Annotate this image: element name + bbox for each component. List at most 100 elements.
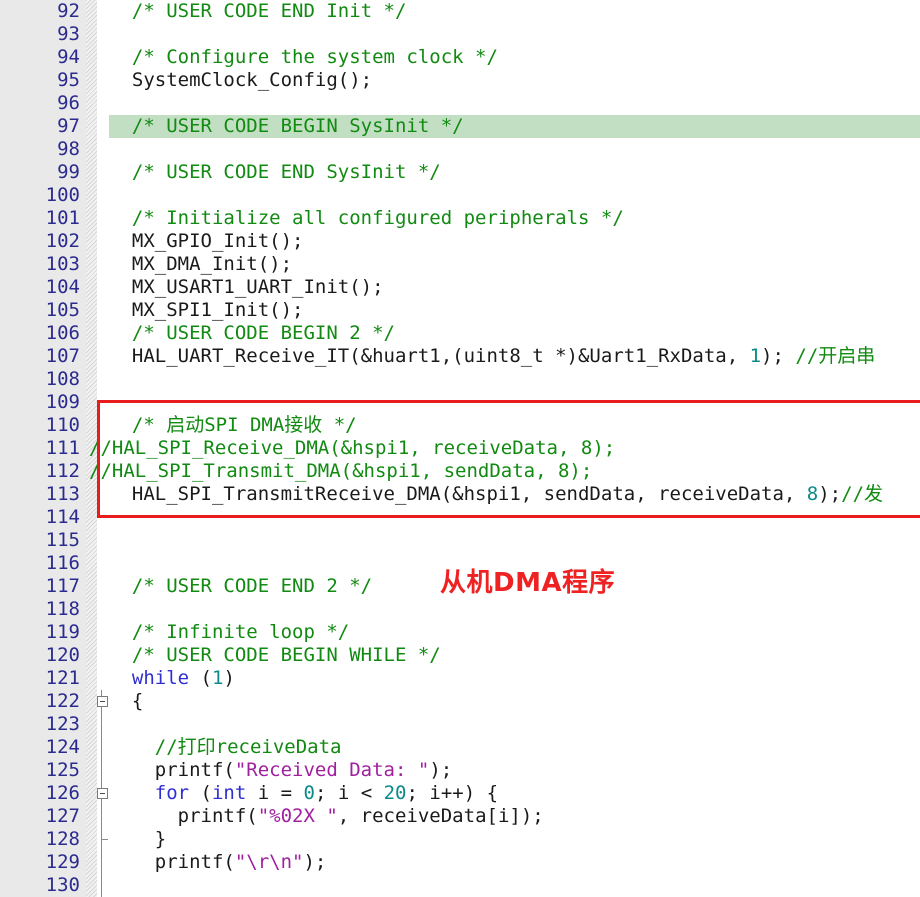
code-line[interactable]: 97 /* USER CODE BEGIN SysInit */	[0, 115, 920, 138]
code-line[interactable]: 106 /* USER CODE BEGIN 2 */	[0, 322, 920, 345]
code-token: i =	[246, 782, 304, 804]
code-line[interactable]: 102 MX_GPIO_Init();	[0, 230, 920, 253]
code-token: //HAL_SPI_Transmit_DMA(&hspi1, sendData,…	[89, 460, 593, 482]
fold-collapse-icon[interactable]	[97, 696, 108, 707]
code-token: /* Initialize all configured peripherals…	[131, 207, 624, 229]
code-line[interactable]: 119 /* Infinite loop */	[0, 621, 920, 644]
code-line[interactable]: 126 for (int i = 0; i < 20; i++) {	[0, 782, 920, 805]
line-number: 115	[45, 529, 80, 551]
line-number: 98	[57, 138, 80, 160]
line-code-text[interactable]: {	[109, 690, 143, 713]
line-code-text[interactable]: }	[109, 828, 166, 851]
line-number: 126	[45, 782, 80, 804]
code-line[interactable]: 114	[0, 506, 920, 529]
code-line[interactable]: 98	[0, 138, 920, 161]
code-token: SystemClock_Config();	[109, 69, 373, 91]
code-token: "%02X "	[257, 805, 338, 827]
line-code-text[interactable]: printf("Received Data: ");	[109, 759, 452, 782]
line-number: 123	[45, 713, 80, 735]
line-number: 121	[45, 667, 80, 689]
code-token: (	[189, 782, 212, 804]
code-line[interactable]: 100	[0, 184, 920, 207]
code-line[interactable]: 95 SystemClock_Config();	[0, 69, 920, 92]
line-code-text[interactable]: while (1)	[109, 667, 235, 690]
line-code-text[interactable]: //打印receiveData	[109, 736, 342, 759]
code-line[interactable]: 127 printf("%02X ", receiveData[i]);	[0, 805, 920, 828]
line-number: 96	[57, 92, 80, 114]
line-code-text[interactable]: for (int i = 0; i < 20; i++) {	[109, 782, 498, 805]
code-token: MX_SPI1_Init();	[109, 299, 304, 321]
code-line[interactable]: 120 /* USER CODE BEGIN WHILE */	[0, 644, 920, 667]
line-code-text[interactable]: /* Initialize all configured peripherals…	[109, 207, 624, 230]
line-code-text[interactable]: MX_SPI1_Init();	[109, 299, 304, 322]
code-line[interactable]: 130	[0, 874, 920, 897]
code-editor[interactable]: 92 /* USER CODE END Init */93 94 /* Confi…	[0, 0, 920, 897]
line-number: 102	[45, 230, 80, 252]
line-code-text[interactable]: MX_DMA_Init();	[109, 253, 292, 276]
code-line[interactable]: 122 {	[0, 690, 920, 713]
line-code-text[interactable]: //HAL_SPI_Transmit_DMA(&hspi1, sendData,…	[89, 460, 592, 483]
code-line[interactable]: 108	[0, 368, 920, 391]
line-code-text[interactable]: /* USER CODE BEGIN 2 */	[109, 322, 395, 345]
code-line[interactable]: 103 MX_DMA_Init();	[0, 253, 920, 276]
line-code-text[interactable]: HAL_UART_Receive_IT(&huart1,(uint8_t *)&…	[109, 345, 875, 368]
code-line[interactable]: 123	[0, 713, 920, 736]
code-token: }	[109, 828, 167, 850]
line-number: 99	[57, 161, 80, 183]
code-line[interactable]: 113 HAL_SPI_TransmitReceive_DMA(&hspi1, …	[0, 483, 920, 506]
code-line[interactable]: 107 HAL_UART_Receive_IT(&huart1,(uint8_t…	[0, 345, 920, 368]
line-code-text[interactable]: /* Infinite loop */	[109, 621, 349, 644]
line-code-text[interactable]: printf("\r\n");	[109, 851, 327, 874]
code-token: 1	[749, 345, 762, 367]
line-code-text[interactable]: /* Configure the system clock */	[109, 46, 498, 69]
code-token: /* USER CODE END SysInit */	[131, 161, 441, 183]
code-line[interactable]: 115	[0, 529, 920, 552]
code-line[interactable]: 129 printf("\r\n");	[0, 851, 920, 874]
code-line[interactable]: 121 while (1)	[0, 667, 920, 690]
code-line[interactable]: 112 //HAL_SPI_Transmit_DMA(&hspi1, sendDa…	[0, 460, 920, 483]
code-line[interactable]: 105 MX_SPI1_Init();	[0, 299, 920, 322]
line-code-text[interactable]: printf("%02X ", receiveData[i]);	[109, 805, 544, 828]
line-code-text[interactable]: /* USER CODE END 2 */	[109, 575, 372, 598]
code-token: (	[189, 667, 212, 689]
code-line[interactable]: 124 //打印receiveData	[0, 736, 920, 759]
code-line[interactable]: 128 }	[0, 828, 920, 851]
code-token: );	[818, 483, 842, 505]
code-line[interactable]: 93	[0, 23, 920, 46]
line-number: 122	[45, 690, 80, 712]
code-line[interactable]: 111 //HAL_SPI_Receive_DMA(&hspi1, receive…	[0, 437, 920, 460]
code-line[interactable]: 96	[0, 92, 920, 115]
code-line[interactable]: 99 /* USER CODE END SysInit */	[0, 161, 920, 184]
line-code-text[interactable]: MX_GPIO_Init();	[109, 230, 304, 253]
line-number: 124	[45, 736, 80, 758]
code-line[interactable]: 104 MX_USART1_UART_Init();	[0, 276, 920, 299]
line-code-text[interactable]: /* 启动SPI DMA接收 */	[109, 414, 357, 437]
code-line[interactable]: 109	[0, 391, 920, 414]
line-code-text[interactable]: SystemClock_Config();	[109, 69, 372, 92]
line-code-text[interactable]: //HAL_SPI_Receive_DMA(&hspi1, receiveDat…	[89, 437, 615, 460]
line-number: 107	[45, 345, 80, 367]
line-code-text[interactable]: /* USER CODE END Init */	[109, 0, 407, 23]
line-code-text[interactable]: /* USER CODE BEGIN WHILE */	[109, 644, 441, 667]
code-line[interactable]: 94 /* Configure the system clock */	[0, 46, 920, 69]
fold-collapse-icon[interactable]	[97, 788, 108, 799]
code-token: /* USER CODE END Init */	[131, 0, 407, 22]
code-line[interactable]: 101 /* Initialize all configured periphe…	[0, 207, 920, 230]
code-line[interactable]: 92 /* USER CODE END Init */	[0, 0, 920, 23]
line-code-text[interactable]: /* USER CODE END SysInit */	[109, 161, 441, 184]
code-line[interactable]: 118	[0, 598, 920, 621]
code-line[interactable]: 110 /* 启动SPI DMA接收 */	[0, 414, 920, 437]
code-line[interactable]: 125 printf("Received Data: ");	[0, 759, 920, 782]
line-number: 108	[45, 368, 80, 390]
line-code-text[interactable]: /* USER CODE BEGIN SysInit */	[109, 115, 464, 138]
line-code-text[interactable]: HAL_SPI_TransmitReceive_DMA(&hspi1, send…	[109, 483, 883, 506]
code-token: for	[154, 782, 190, 804]
line-number: 95	[57, 69, 80, 91]
line-number: 117	[45, 575, 80, 597]
line-number: 113	[45, 483, 80, 505]
line-code-text[interactable]: MX_USART1_UART_Init();	[109, 276, 384, 299]
line-number: 92	[57, 0, 80, 22]
